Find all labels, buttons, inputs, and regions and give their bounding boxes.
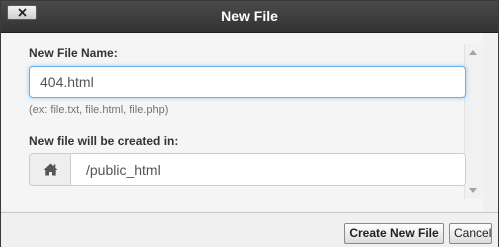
cancel-button[interactable]: Cancel	[449, 223, 492, 244]
create-new-file-button[interactable]: Create New File	[344, 223, 444, 244]
dialog-footer: Create New File Cancel	[1, 212, 498, 247]
scroll-down-arrow-icon[interactable]	[469, 188, 477, 193]
file-name-input[interactable]	[29, 66, 466, 98]
dialog-title: New File	[221, 8, 278, 24]
location-path-field[interactable]	[71, 154, 465, 185]
file-name-hint: (ex: file.txt, file.html, file.php)	[29, 104, 169, 116]
home-icon	[43, 163, 57, 176]
file-name-label: New File Name:	[29, 46, 118, 60]
dialog-titlebar[interactable]: New File	[1, 1, 498, 33]
content-scrollbar[interactable]	[464, 44, 482, 199]
location-addon	[30, 154, 71, 185]
location-input-group	[29, 153, 466, 186]
location-label: New file will be created in:	[29, 134, 179, 148]
new-file-dialog: New File New File Name: (ex: file.txt, f…	[0, 0, 499, 247]
scroll-up-arrow-icon[interactable]	[469, 50, 477, 55]
